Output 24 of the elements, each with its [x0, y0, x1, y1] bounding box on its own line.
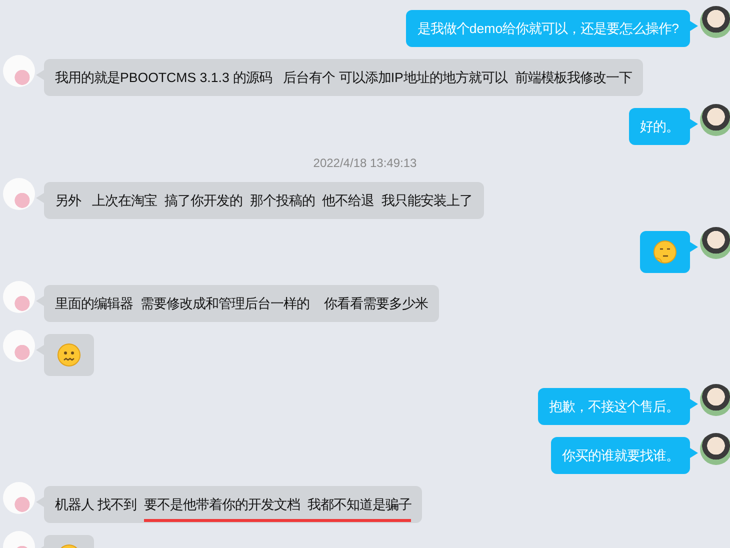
bubble-tail: [690, 21, 698, 31]
emoji-face-icon: [653, 240, 677, 264]
avatar[interactable]: [700, 227, 730, 259]
bubble-tail: [690, 399, 698, 409]
message-bubble: 里面的编辑器 需要修改成和管理后台一样的 你看看需要多少米: [44, 285, 440, 322]
bubble-tail: [690, 119, 698, 129]
message-bubble: 你买的谁就要找谁。: [551, 437, 690, 474]
message-bubble: 机器人 找不到 要不是他带着你的开发文档 我都不知道是骗子: [44, 486, 422, 523]
avatar[interactable]: [700, 104, 730, 136]
bubble-tail: [36, 296, 44, 306]
bubble-tail: [690, 448, 698, 458]
message-bubble: 好的。: [629, 108, 690, 145]
message-bubble: 抱歉，不接这个售后。: [538, 388, 690, 425]
message-bubble: 我用的就是PBOOTCMS 3.1.3 的源码 后台有个 可以添加IP地址的地方就可以 前端模板我修改一下: [44, 59, 643, 96]
bubble-tail: [36, 193, 44, 203]
bubble-tail: [36, 497, 44, 507]
timestamp: 2022/4/18 13:49:13: [313, 157, 417, 170]
bubble-tail: [36, 70, 44, 80]
message-bubble: 另外 上次在淘宝 搞了你开发的 那个投稿的 他不给退 我只能安装上了: [44, 182, 484, 219]
avatar[interactable]: [700, 433, 730, 465]
avatar[interactable]: [700, 384, 730, 416]
avatar[interactable]: [700, 6, 730, 38]
emoji-face-icon: [57, 343, 81, 367]
message-bubble: 是我做个demo给你就可以，还是要怎么操作?: [406, 10, 690, 47]
